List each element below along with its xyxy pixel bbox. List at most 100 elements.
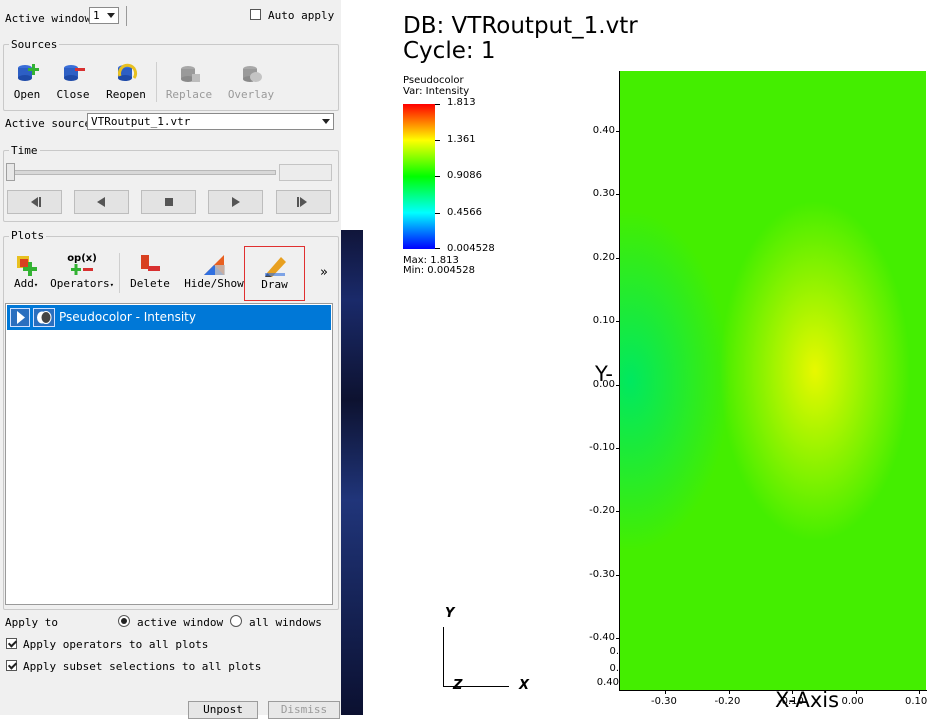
pseudocolor-field[interactable] [620, 71, 926, 690]
plots-title: Plots [9, 229, 47, 242]
separator [156, 62, 157, 102]
apply-subset-checkbox[interactable] [6, 660, 17, 671]
delete-label: Delete [130, 277, 170, 290]
more-tools-button[interactable]: » [320, 265, 328, 280]
x-axis-title: X-Axis [775, 688, 840, 712]
triad-y-label: Y [445, 606, 455, 621]
draw-button[interactable]: Draw [244, 246, 305, 301]
triad-y-line [443, 627, 444, 686]
plot-type-indicator [33, 308, 55, 327]
legend-tick [435, 104, 440, 105]
reverse-step-button[interactable] [7, 190, 62, 214]
y-tick-label: 0.40 [596, 677, 619, 688]
visualization-window[interactable]: DB: VTRoutput_1.vtr Cycle: 1 Pseudocolor… [363, 0, 937, 715]
apply-operators-label: Apply operators to all plots [23, 638, 209, 651]
chevron-down-icon [107, 13, 115, 18]
overlay-button[interactable]: Overlay [226, 62, 276, 101]
time-slider-track[interactable] [8, 170, 276, 175]
delete-plot-button[interactable]: Delete [125, 253, 175, 290]
replace-label: Replace [165, 88, 213, 101]
unpost-button[interactable]: Unpost [188, 701, 258, 719]
play-button[interactable] [208, 190, 263, 214]
legend-tick [435, 140, 440, 141]
reverse-play-button[interactable] [74, 190, 129, 214]
y-tick-label: 0.10 [592, 315, 615, 327]
time-slider-handle[interactable] [6, 163, 15, 181]
legend-color-bar [403, 104, 435, 249]
hide-show-button[interactable]: Hide/Show [184, 253, 244, 290]
apply-operators-checkbox[interactable] [6, 638, 17, 649]
y-axis-line [619, 71, 620, 691]
add-plot-button[interactable]: Add▾ [7, 253, 45, 290]
separator [126, 6, 127, 26]
time-state-field[interactable] [279, 164, 332, 181]
legend-tick-label: 1.813 [447, 97, 476, 108]
legend-tick [435, 176, 440, 177]
triad-z-label: Z [453, 678, 463, 693]
apply-all-windows-radio[interactable] [230, 615, 242, 627]
y-tick-label: 0. [609, 646, 619, 657]
y-tick-mark [616, 511, 620, 513]
y-tick-label: 0. [609, 663, 619, 674]
y-tick-label: -0.40 [589, 632, 615, 644]
y-tick-label: 0.40 [592, 125, 615, 136]
open-label: Open [13, 88, 41, 101]
expand-plot-button[interactable] [10, 308, 30, 327]
chevron-down-icon [322, 119, 330, 124]
legend-tick-label: 0.4566 [447, 207, 482, 218]
hide-show-label: Hide/Show [184, 277, 244, 290]
replace-button[interactable]: Replace [165, 62, 213, 101]
separator [119, 253, 120, 293]
forward-step-button[interactable] [276, 190, 331, 214]
active-window-value: 1 [93, 9, 100, 22]
stop-button[interactable] [141, 190, 196, 214]
apply-to-label: Apply to [5, 616, 58, 629]
gui-main-panel: Active window 1 Auto apply Sources Open … [0, 0, 341, 719]
legend-tick-label: 1.361 [447, 134, 476, 145]
auto-apply-label: Auto apply [268, 9, 335, 22]
auto-apply-checkbox[interactable] [250, 9, 261, 20]
active-source-value: VTRoutput_1.vtr [91, 115, 191, 128]
apply-all-windows-label: all windows [249, 616, 322, 629]
open-database-icon [15, 62, 39, 84]
plot-list-item[interactable]: Pseudocolor - Intensity [7, 305, 331, 330]
apply-active-window-label: active window [137, 616, 224, 629]
active-source-label: Active source [5, 117, 92, 130]
y-tick-label: -0.10 [589, 442, 615, 453]
operators-icon: op(x) [67, 253, 97, 275]
draw-label: Draw [261, 278, 288, 291]
pencil-icon [263, 253, 287, 277]
y-tick-label: 0.30 [592, 188, 615, 200]
legend-tick [435, 248, 440, 249]
apply-active-window-radio[interactable] [118, 615, 130, 627]
y-tick-label: -0.30 [589, 568, 615, 580]
add-label: Add [13, 277, 34, 290]
reverse-play-icon [97, 197, 105, 207]
plot-list[interactable]: Pseudocolor - Intensity [5, 303, 333, 605]
triangle-right-icon [17, 311, 25, 324]
open-button[interactable]: Open [6, 62, 48, 101]
y-tick-mark [616, 448, 620, 449]
reopen-label: Reopen [106, 88, 146, 101]
y-tick-mark [616, 574, 620, 576]
dismiss-button[interactable]: Dismiss [268, 701, 340, 719]
active-source-select[interactable]: VTRoutput_1.vtr [87, 113, 334, 130]
y-axis-title: Y- [595, 362, 613, 386]
reopen-button[interactable]: Reopen [103, 62, 149, 101]
pseudocolor-plot-icon [37, 311, 52, 324]
close-button[interactable]: Close [52, 62, 94, 101]
y-tick-mark [616, 257, 620, 259]
x-tick-mark [665, 690, 666, 694]
reverse-step-icon [31, 197, 41, 207]
legend-title: Pseudocolor [403, 75, 464, 86]
close-label: Close [56, 88, 90, 101]
plot-item-label: Pseudocolor - Intensity [59, 310, 196, 324]
active-window-select[interactable]: 1 [89, 7, 119, 24]
cycle-label: Cycle: 1 [403, 38, 496, 64]
overlay-database-icon [239, 62, 263, 84]
op-icon-text: op(x) [67, 253, 97, 264]
overlay-label: Overlay [227, 88, 275, 101]
operators-button[interactable]: op(x) Operators▾ [50, 253, 114, 290]
replace-database-icon [177, 62, 201, 84]
legend-tick [435, 213, 440, 214]
